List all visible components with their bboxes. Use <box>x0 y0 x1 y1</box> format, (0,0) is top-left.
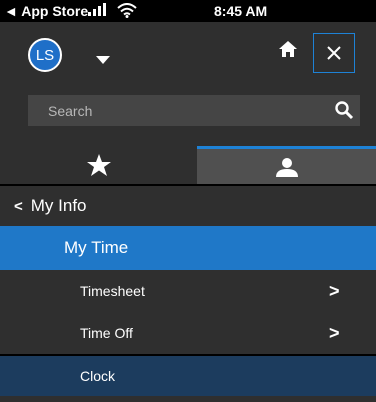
menu-item-time-off[interactable]: Time Off > <box>0 312 376 354</box>
chevron-left-icon: < <box>14 197 23 215</box>
person-icon <box>275 157 298 177</box>
signal-icon <box>88 2 106 16</box>
bottom-strip <box>0 396 376 402</box>
tab-bar <box>0 146 376 184</box>
menu-item-label: Clock <box>80 368 116 384</box>
menu-item-label: Timesheet <box>80 283 145 299</box>
status-bar: ◄ App Store 8:45 AM <box>0 0 376 22</box>
search-placeholder: Search <box>48 103 93 119</box>
status-time: 8:45 AM <box>214 3 268 19</box>
menu-item-label: My Time <box>64 238 129 257</box>
my-info-back-button[interactable]: < My Info <box>0 186 376 226</box>
chevron-right-icon: > <box>329 322 340 343</box>
search-icon[interactable] <box>334 100 354 125</box>
menu-item-clock[interactable]: Clock <box>0 356 376 396</box>
menu-item-label: Time Off <box>80 325 133 341</box>
star-icon <box>86 154 111 176</box>
chevron-right-icon: > <box>329 280 340 301</box>
avatar[interactable]: LS <box>28 38 62 72</box>
close-button[interactable] <box>313 33 355 73</box>
close-icon <box>327 46 341 60</box>
menu-item-timesheet[interactable]: Timesheet > <box>0 270 376 312</box>
menu-item-my-time[interactable]: My Time <box>0 226 376 270</box>
search-input[interactable]: Search <box>28 95 360 126</box>
tab-profile[interactable] <box>197 146 376 184</box>
home-icon[interactable] <box>279 41 297 62</box>
app-header: LS Search <box>0 22 376 146</box>
section-title: My Info <box>30 196 87 215</box>
back-to-app-store-link[interactable]: ◄ App Store <box>4 3 88 19</box>
caret-down-icon[interactable] <box>96 51 110 69</box>
wifi-icon <box>117 3 137 21</box>
tab-favorites[interactable] <box>0 146 197 184</box>
